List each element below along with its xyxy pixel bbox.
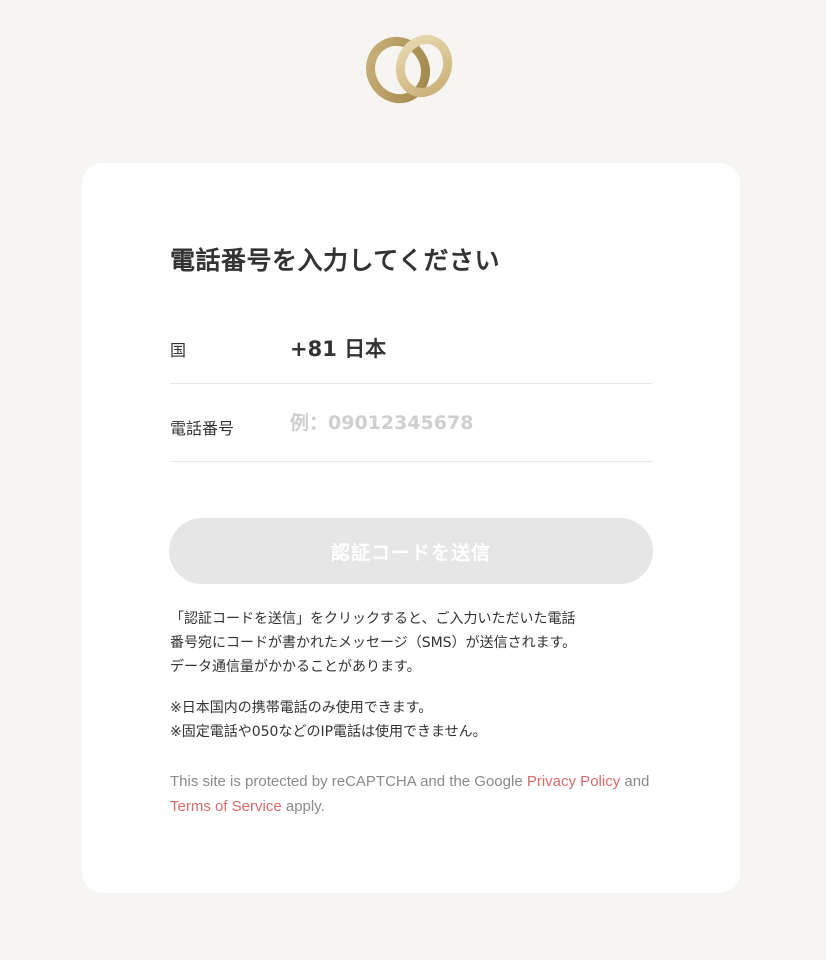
phone-verification-card: 電話番号を入力してください 国 +81 日本 電話番号 認証コードを送信 「認証… <box>82 163 740 893</box>
page-title: 電話番号を入力してください <box>170 246 501 275</box>
sms-notice-line: 「認証コードを送信」をクリックすると、ご入力いただいた電話 <box>170 611 576 627</box>
phone-label: 電話番号 <box>170 419 235 438</box>
phone-number-input[interactable] <box>290 405 630 441</box>
interlocking-rings-logo-icon <box>362 28 462 112</box>
sms-notice: 「認証コードを送信」をクリックすると、ご入力いただいた電話 番号宛にコードが書か… <box>170 607 654 679</box>
privacy-policy-link[interactable]: Privacy Policy <box>527 773 620 790</box>
recaptcha-notice: This site is protected by reCAPTCHA and … <box>170 769 654 819</box>
mobile-only-notice-line: ※固定電話や050などのIP電話は使用できません。 <box>170 724 487 740</box>
mobile-only-notice-line: ※日本国内の携帯電話のみ使用できます。 <box>170 700 433 716</box>
sms-notice-line: 番号宛にコードが書かれたメッセージ（SMS）が送信されます。 <box>170 635 577 651</box>
recaptcha-text: apply. <box>281 798 325 815</box>
country-selector[interactable]: +81 日本 <box>290 333 386 363</box>
phone-row: 電話番号 <box>170 385 652 462</box>
send-code-button[interactable]: 認証コードを送信 <box>169 518 653 584</box>
terms-of-service-link[interactable]: Terms of Service <box>170 798 282 815</box>
recaptcha-text: This site is protected by reCAPTCHA and … <box>170 773 527 790</box>
sms-notice-line: データ通信量がかかることがあります。 <box>170 659 421 675</box>
country-row[interactable]: 国 +81 日本 <box>170 313 652 384</box>
recaptcha-text: and <box>620 773 650 790</box>
country-label: 国 <box>170 341 187 360</box>
mobile-only-notice: ※日本国内の携帯電話のみ使用できます。 ※固定電話や050などのIP電話は使用で… <box>170 696 654 744</box>
